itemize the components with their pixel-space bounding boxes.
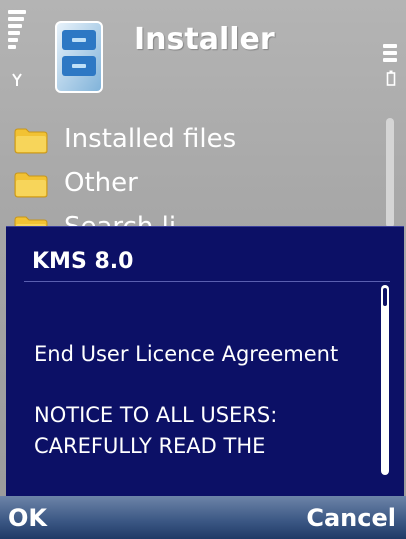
folder-icon (14, 128, 48, 154)
antenna-icon (12, 73, 22, 86)
folder-icon (14, 172, 48, 198)
signal-strength-icon (8, 10, 26, 52)
dialog-body: End User Licence Agreement NOTICE TO ALL… (34, 339, 364, 492)
ok-softkey[interactable]: OK (8, 504, 47, 532)
dialog-paragraph: End User Licence Agreement (34, 342, 339, 366)
battery-level-icon (386, 70, 396, 86)
installer-screen: Installer Installed files Other Search l… (0, 0, 406, 539)
dialog-paragraph: NOTICE TO ALL USERS: CAREFULLY READ THE (34, 403, 278, 458)
installer-app-icon (55, 21, 103, 93)
list-item-label: Installed files (64, 124, 237, 154)
list-item-other[interactable]: Other (14, 168, 384, 204)
cancel-softkey[interactable]: Cancel (306, 504, 396, 532)
list-item-label: Other (64, 168, 138, 198)
dialog-divider (24, 281, 390, 282)
list-item-installed-files[interactable]: Installed files (14, 124, 384, 160)
app-title: Installer (134, 22, 275, 57)
dialog-scrollbar-thumb[interactable] (383, 288, 387, 306)
dialog-scrollbar[interactable] (381, 285, 389, 475)
battery-icon (383, 44, 397, 65)
softkey-bar: OK Cancel (0, 496, 406, 539)
licence-dialog: KMS 8.0 End User Licence Agreement NOTIC… (6, 226, 404, 497)
dialog-title: KMS 8.0 (32, 249, 134, 274)
list-scrollbar[interactable] (386, 118, 394, 228)
